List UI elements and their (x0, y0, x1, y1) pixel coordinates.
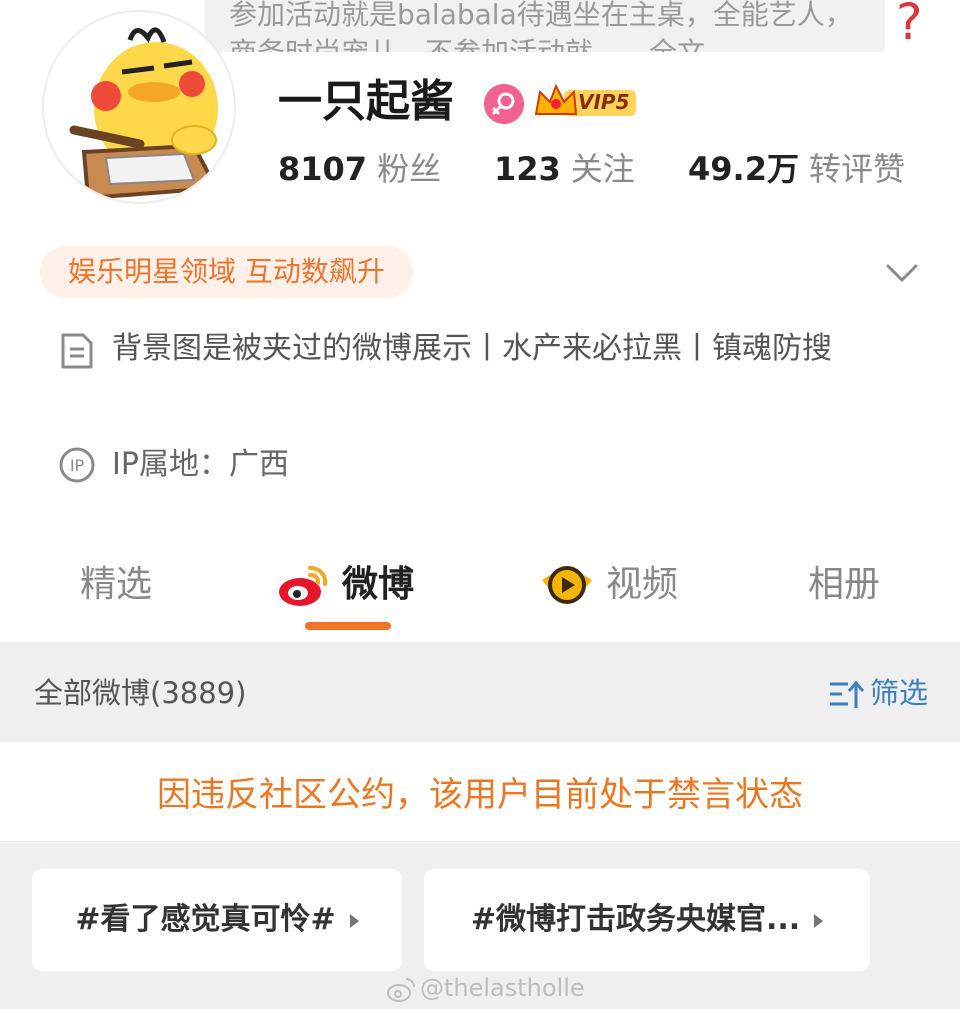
banner-note[interactable]: 参加活动就是balabala待遇坐在主桌，全能艺人，商务时尚宠儿，不参加活动就…… (205, 0, 885, 52)
likes-count: 49.2万 (688, 150, 799, 188)
triangle-right-icon (814, 913, 824, 928)
filter-sort-icon (830, 680, 864, 708)
likes-label: 转评赞 (808, 150, 905, 188)
triangle-right-icon (349, 913, 359, 928)
post-count-label: 全部微博(3889) (34, 676, 247, 710)
topic-card[interactable]: #看了感觉真可怜# (32, 869, 402, 971)
help-icon[interactable]: ? (896, 0, 923, 50)
tab-featured[interactable]: 精选 (80, 556, 152, 612)
domain-tag[interactable]: 娱乐明星领域 互动数飙升 (40, 246, 413, 298)
weibo-logo-icon (279, 565, 328, 606)
filter-label: 筛选 (870, 676, 929, 710)
tab-album-label: 相册 (808, 564, 881, 605)
tab-weibo-label: 微博 (342, 564, 415, 605)
follow-count: 123 (494, 150, 561, 188)
follow-label: 关注 (570, 150, 635, 188)
bio-text: 背景图是被夹过的微博展示丨水产来必拉黑丨镇魂防搜 (112, 331, 832, 366)
watermark-text: @thelastholle (420, 974, 585, 1002)
weibo-watermark-icon (387, 978, 415, 1002)
banner-note-text: 参加活动就是balabala待遇坐在主桌，全能艺人，商务时尚宠儿，不参加活动就…… (229, 0, 853, 52)
active-tab-indicator (305, 622, 391, 630)
duck-avatar-icon (44, 12, 234, 202)
fans-label: 粉丝 (377, 150, 442, 188)
vip-level-label: VIP5 (578, 90, 630, 114)
filter-button[interactable]: 筛选 (828, 672, 928, 714)
ip-location-text: IP属地：广西 (112, 447, 289, 482)
tab-video[interactable]: 视频 (540, 556, 678, 612)
chevron-down-icon[interactable] (884, 254, 920, 290)
ip-location-icon: IP (59, 447, 95, 483)
video-play-icon (542, 566, 592, 604)
tab-video-label: 视频 (606, 564, 679, 605)
fans-count: 8107 (278, 150, 368, 188)
svg-text:IP: IP (70, 456, 85, 475)
document-icon (61, 333, 93, 369)
avatar[interactable] (42, 10, 236, 204)
gender-female-icon (484, 84, 524, 124)
tab-weibo[interactable]: 微博 (276, 556, 414, 612)
follow-stat[interactable]: 123 关注 (494, 144, 635, 194)
topic-card[interactable]: #微博打击政务央媒官... (424, 869, 870, 971)
username: 一只起酱 (278, 76, 454, 127)
watermark: @thelastholle (386, 970, 585, 1006)
tab-album[interactable]: 相册 (808, 556, 880, 612)
topic-label: #看了感觉真可怜# (75, 902, 336, 937)
topic-label: #微博打击政务央媒官... (470, 902, 801, 937)
tab-featured-label: 精选 (80, 564, 153, 605)
ban-notice-text: 因违反社区公约，该用户目前处于禁言状态 (157, 775, 803, 815)
likes-stat[interactable]: 49.2万 转评赞 (688, 144, 905, 194)
fans-stat[interactable]: 8107 粉丝 (278, 144, 441, 194)
